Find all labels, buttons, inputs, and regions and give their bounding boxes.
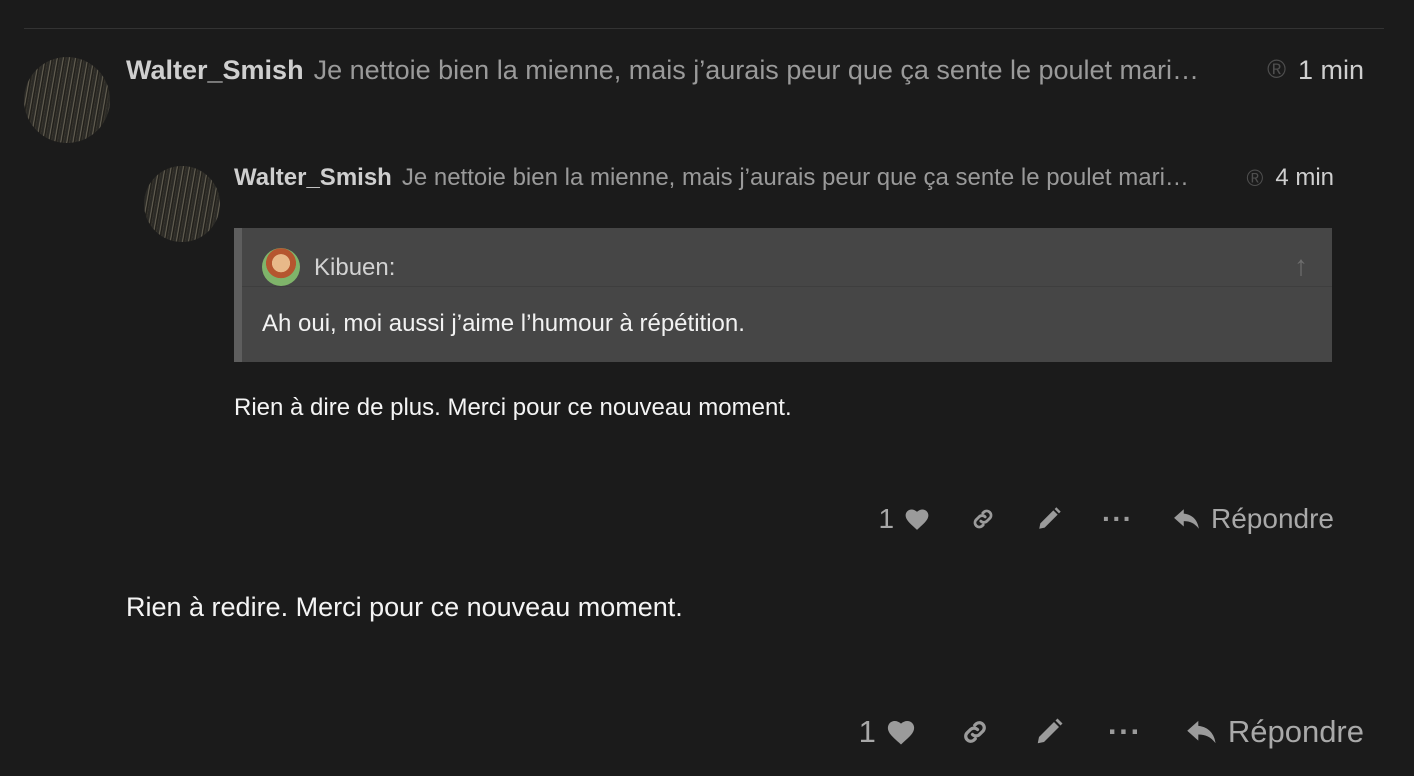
username[interactable]: Walter_Smish — [234, 164, 392, 192]
reply-label: Répondre — [1227, 714, 1364, 749]
reply-icon — [1173, 507, 1201, 531]
reply-excerpt[interactable]: Je nettoie bien la mienne, mais j’aurais… — [402, 164, 1233, 192]
like-count: 1 — [858, 714, 876, 749]
heart-icon — [886, 718, 916, 746]
registered-icon: ® — [1267, 55, 1286, 84]
pencil-icon[interactable] — [1036, 506, 1062, 532]
like-button[interactable]: 1 — [859, 714, 916, 750]
reply-excerpt[interactable]: Je nettoie bien la mienne, mais j’aurais… — [314, 55, 1254, 86]
pencil-icon[interactable] — [1034, 717, 1064, 747]
registered-icon: ® — [1246, 164, 1264, 191]
top-divider — [24, 28, 1384, 29]
link-icon[interactable] — [960, 717, 990, 747]
arrow-up-icon[interactable]: ↑ — [1294, 250, 1308, 282]
ellipsis-icon[interactable]: ··· — [1102, 503, 1133, 535]
nested-post-body: Rien à dire de plus. Merci pour ce nouve… — [234, 394, 792, 421]
username[interactable]: Walter_Smish — [126, 55, 304, 86]
like-button[interactable]: 1 — [878, 503, 930, 535]
post-time[interactable]: 4 min — [1275, 164, 1334, 192]
quote-text: Ah oui, moi aussi j’aime l’humour à répé… — [262, 310, 745, 337]
heart-icon — [904, 507, 930, 531]
like-count: 1 — [878, 503, 895, 534]
reply-icon — [1186, 718, 1218, 746]
quote-block: Kibuen: ↑ Ah oui, moi aussi j’aime l’hum… — [234, 228, 1332, 362]
quote-avatar[interactable] — [262, 248, 300, 286]
quote-username[interactable]: Kibuen: — [314, 254, 395, 282]
reply-button[interactable]: Répondre — [1173, 503, 1334, 535]
avatar[interactable] — [144, 166, 220, 242]
nested-post-header: Walter_Smish Je nettoie bien la mienne, … — [234, 162, 1334, 194]
link-icon[interactable] — [970, 506, 996, 532]
reply-label: Répondre — [1211, 503, 1334, 534]
quote-header: Kibuen: ↑ — [242, 228, 1332, 287]
avatar[interactable] — [24, 57, 110, 143]
post-time[interactable]: 1 min — [1298, 55, 1364, 86]
post-actions: 1 ··· Répondre — [859, 712, 1364, 752]
post-body: Rien à redire. Merci pour ce nouveau mom… — [126, 592, 683, 622]
nested-post-actions: 1 ··· Répondre — [878, 500, 1334, 538]
ellipsis-icon[interactable]: ··· — [1108, 714, 1142, 750]
post-header: Walter_Smish Je nettoie bien la mienne, … — [126, 52, 1364, 88]
reply-button[interactable]: Répondre — [1186, 714, 1364, 750]
